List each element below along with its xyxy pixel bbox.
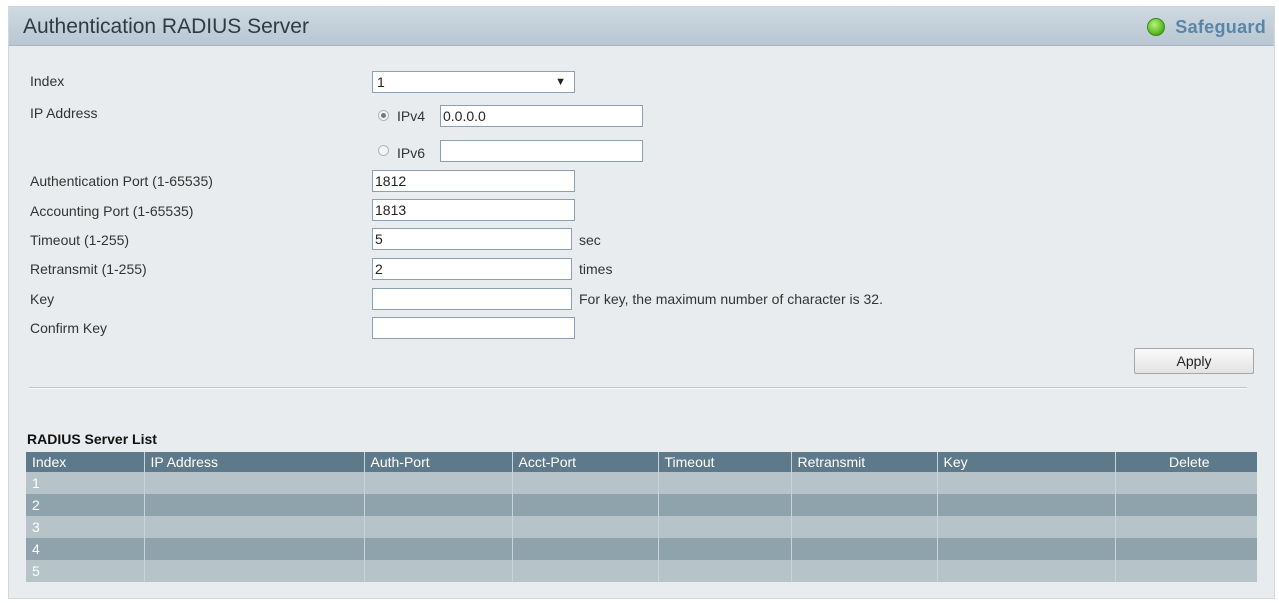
cell-ip xyxy=(144,472,365,494)
cell-retransmit xyxy=(791,538,938,560)
index-select[interactable]: 1 ▼ xyxy=(372,71,575,93)
radius-panel: Authentication RADIUS Server Safeguard I… xyxy=(8,6,1275,599)
index-select-value: 1 xyxy=(377,74,385,90)
cell-key xyxy=(937,516,1116,538)
cell-auth-port xyxy=(364,516,513,538)
cell-key xyxy=(937,538,1116,560)
ipv4-radio[interactable] xyxy=(378,110,389,121)
auth-port-label: Authentication Port (1-65535) xyxy=(30,173,213,189)
retransmit-input[interactable] xyxy=(372,258,572,280)
cell-timeout xyxy=(658,494,792,516)
radius-server-table: Index IP Address Auth-Port Acct-Port Tim… xyxy=(26,452,1257,582)
cell-delete xyxy=(1115,560,1257,582)
timeout-unit: sec xyxy=(579,232,601,248)
page-header: Authentication RADIUS Server Safeguard xyxy=(9,7,1274,46)
table-row: 4 xyxy=(26,538,1257,560)
cell-auth-port xyxy=(364,560,513,582)
safeguard-indicator: Safeguard xyxy=(1147,16,1266,38)
cell-key xyxy=(937,472,1116,494)
apply-button[interactable]: Apply xyxy=(1134,348,1254,374)
cell-index: 2 xyxy=(26,494,145,516)
acct-port-label: Accounting Port (1-65535) xyxy=(30,203,194,219)
col-delete: Delete xyxy=(1115,452,1257,472)
acct-port-input[interactable] xyxy=(372,199,575,221)
cell-acct-port xyxy=(512,494,659,516)
confirm-key-label: Confirm Key xyxy=(30,320,108,336)
table-row: 2 xyxy=(26,494,1257,516)
col-auth-port: Auth-Port xyxy=(364,452,513,472)
cell-ip xyxy=(144,560,365,582)
cell-delete xyxy=(1115,494,1257,516)
index-label: Index xyxy=(30,73,65,89)
col-index: Index xyxy=(26,452,145,472)
retransmit-unit: times xyxy=(579,261,613,277)
cell-delete xyxy=(1115,538,1257,560)
confirm-key-input[interactable] xyxy=(372,317,575,339)
cell-delete xyxy=(1115,516,1257,538)
cell-auth-port xyxy=(364,538,513,560)
key-label: Key xyxy=(30,291,55,307)
cell-key xyxy=(937,494,1116,516)
timeout-input[interactable] xyxy=(372,228,572,250)
col-timeout: Timeout xyxy=(658,452,792,472)
key-note: For key, the maximum number of character… xyxy=(579,291,883,307)
cell-key xyxy=(937,560,1116,582)
table-row: 1 xyxy=(26,472,1257,494)
cell-retransmit xyxy=(791,472,938,494)
cell-index: 1 xyxy=(26,472,145,494)
ip-address-label: IP Address xyxy=(30,105,98,121)
server-list-title: RADIUS Server List xyxy=(27,431,157,447)
ipv4-label: IPv4 xyxy=(397,108,426,124)
table-row: 3 xyxy=(26,516,1257,538)
ipv6-address-input[interactable] xyxy=(440,140,643,162)
dropdown-arrow-icon: ▼ xyxy=(555,76,566,88)
cell-ip xyxy=(144,494,365,516)
page-title: Authentication RADIUS Server xyxy=(23,15,309,38)
cell-index: 5 xyxy=(26,560,145,582)
cell-acct-port xyxy=(512,560,659,582)
cell-timeout xyxy=(658,516,792,538)
key-input[interactable] xyxy=(372,288,572,310)
cell-timeout xyxy=(658,538,792,560)
cell-index: 3 xyxy=(26,516,145,538)
col-retransmit: Retransmit xyxy=(791,452,938,472)
cell-acct-port xyxy=(512,538,659,560)
safeguard-status-icon xyxy=(1147,18,1166,36)
col-acct-port: Acct-Port xyxy=(512,452,659,472)
cell-auth-port xyxy=(364,494,513,516)
cell-retransmit xyxy=(791,494,938,516)
col-key: Key xyxy=(937,452,1116,472)
section-divider xyxy=(29,387,1247,389)
auth-port-input[interactable] xyxy=(372,170,575,192)
ipv6-label: IPv6 xyxy=(397,145,426,161)
cell-acct-port xyxy=(512,516,659,538)
cell-delete xyxy=(1115,472,1257,494)
cell-timeout xyxy=(658,472,792,494)
cell-index: 4 xyxy=(26,538,145,560)
cell-timeout xyxy=(658,560,792,582)
safeguard-label: Safeguard xyxy=(1175,16,1266,37)
cell-ip xyxy=(144,538,365,560)
ipv4-address-input[interactable] xyxy=(440,105,643,127)
retransmit-label: Retransmit (1-255) xyxy=(30,261,147,277)
cell-retransmit xyxy=(791,516,938,538)
table-row: 5 xyxy=(26,560,1257,582)
col-ip-address: IP Address xyxy=(144,452,365,472)
cell-auth-port xyxy=(364,472,513,494)
table-header-row: Index IP Address Auth-Port Acct-Port Tim… xyxy=(26,452,1257,472)
cell-ip xyxy=(144,516,365,538)
ipv6-radio[interactable] xyxy=(378,145,389,156)
timeout-label: Timeout (1-255) xyxy=(30,232,130,248)
cell-retransmit xyxy=(791,560,938,582)
cell-acct-port xyxy=(512,472,659,494)
